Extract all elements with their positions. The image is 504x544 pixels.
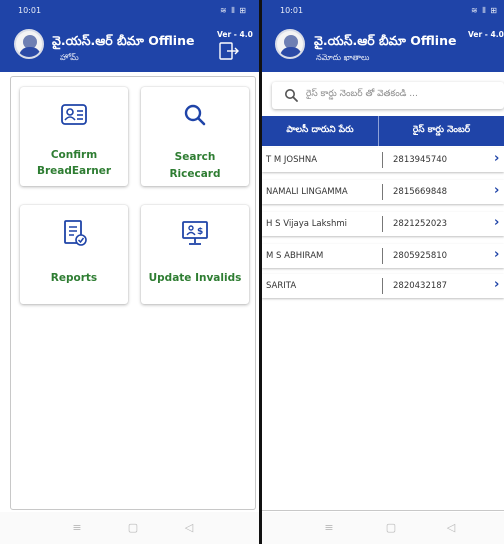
tile-label: Update Invalids [148,272,242,284]
tile-label: Search [174,151,216,163]
row-number: 2815669848 [393,187,448,197]
column-header-number: రైస్ కార్డు నెంబర్ [412,125,471,135]
row-number: 2821252023 [393,219,448,229]
table-row[interactable]: M S ABHIRAM 2805925810 › [262,244,504,268]
page-subtitle: హోమ్ [60,53,79,62]
version-label: Ver - 4.0 [468,30,504,39]
id-card-icon [61,104,87,125]
system-nav-bar: ≡ ▢ ◁ [0,512,259,544]
home-nav-icon[interactable]: ▢ [126,521,140,535]
chevron-right-icon[interactable]: › [494,247,499,262]
back-nav-icon[interactable]: ◁ [182,521,196,535]
tile-label: BreadEarner [36,165,112,177]
svg-text:$: $ [197,227,203,237]
tile-label: Reports [50,272,98,284]
chevron-right-icon[interactable]: › [494,183,499,198]
status-time: 10:01 [280,6,304,15]
app-bar: వై.యస్.ఆర్ బీమా Offline నమోదు ఖాతాలు Ver… [262,20,504,72]
home-grid: Confirm BreadEarner Search Ricecard Repo… [10,76,256,510]
update-invalids-tile[interactable]: $ Update Invalids [141,205,249,304]
search-placeholder: రైస్ కార్డు నెంబర్ తో వెతకండి ... [306,89,418,99]
page-subtitle: నమోదు ఖాతాలు [316,53,370,62]
row-number: 2813945740 [393,155,448,165]
row-name: H S Vijaya Lakshmi [266,219,348,229]
app-title: వై.యస్.ఆర్ బీమా Offline [52,33,195,48]
status-time: 10:01 [18,6,42,15]
status-icons: ≋ ⦀ ⊞ [219,6,247,15]
status-icons: ≋ ⦀ ⊞ [470,6,498,15]
row-number: 2805925810 [393,251,448,261]
search-icon [285,89,298,102]
home-nav-icon[interactable]: ▢ [384,521,398,535]
chevron-right-icon[interactable]: › [494,277,499,292]
row-name: NAMALI LINGAMMA [266,187,348,197]
status-bar: 10:01 ≋ ⦀ ⊞ [0,0,259,20]
table-row[interactable]: T M JOSHNA 2813945740 › [262,148,504,172]
menu-nav-icon[interactable]: ≡ [322,521,336,535]
back-nav-icon[interactable]: ◁ [444,521,458,535]
tile-label: Confirm [50,149,98,161]
search-ricecard-tile[interactable]: Search Ricecard [141,87,249,186]
chevron-right-icon[interactable]: › [494,215,499,230]
app-logo [275,29,305,59]
column-header-name: పాలసీ దారుని పేరు [286,125,354,135]
row-number: 2820432187 [393,281,448,291]
menu-nav-icon[interactable]: ≡ [70,521,84,535]
row-name: SARITA [266,281,297,291]
version-label: Ver - 4.0 [217,30,253,39]
monitor-dollar-icon: $ [182,221,208,245]
row-name: T M JOSHNA [266,155,318,165]
app-bar: వై.యస్.ఆర్ బీమా Offline హోమ్ Ver - 4.0 [0,20,259,72]
home-screen: 10:01 ≋ ⦀ ⊞ వై.యస్.ఆర్ బీమా Offline హోమ్… [0,0,259,544]
screenshot-stage: 10:01 ≋ ⦀ ⊞ వై.యస్.ఆర్ బీమా Offline హోమ్… [0,0,504,544]
confirm-breadearner-tile[interactable]: Confirm BreadEarner [20,87,128,186]
enrolled-accounts-screen: 10:01 ≋ ⦀ ⊞ వై.యస్.ఆర్ బీమా Offline నమోద… [262,0,504,544]
table-row[interactable]: NAMALI LINGAMMA 2815669848 › [262,180,504,204]
reports-tile[interactable]: Reports [20,205,128,304]
search-icon [184,104,206,126]
row-name: M S ABHIRAM [266,251,324,261]
list-divider [262,510,504,511]
report-check-icon [64,220,87,246]
logout-icon[interactable] [218,41,240,61]
ricecard-search-input[interactable]: రైస్ కార్డు నెంబర్ తో వెతకండి ... [272,82,504,109]
tile-label: Ricecard [169,168,221,180]
table-header: పాలసీ దారుని పేరు రైస్ కార్డు నెంబర్ [262,116,504,146]
app-logo [14,29,44,59]
system-nav-bar: ≡ ▢ ◁ [262,512,504,544]
chevron-right-icon[interactable]: › [494,151,499,166]
status-bar: 10:01 ≋ ⦀ ⊞ [262,0,504,20]
table-row[interactable]: H S Vijaya Lakshmi 2821252023 › [262,212,504,236]
app-title: వై.యస్.ఆర్ బీమా Offline [314,33,457,48]
table-row[interactable]: SARITA 2820432187 › [262,274,504,298]
